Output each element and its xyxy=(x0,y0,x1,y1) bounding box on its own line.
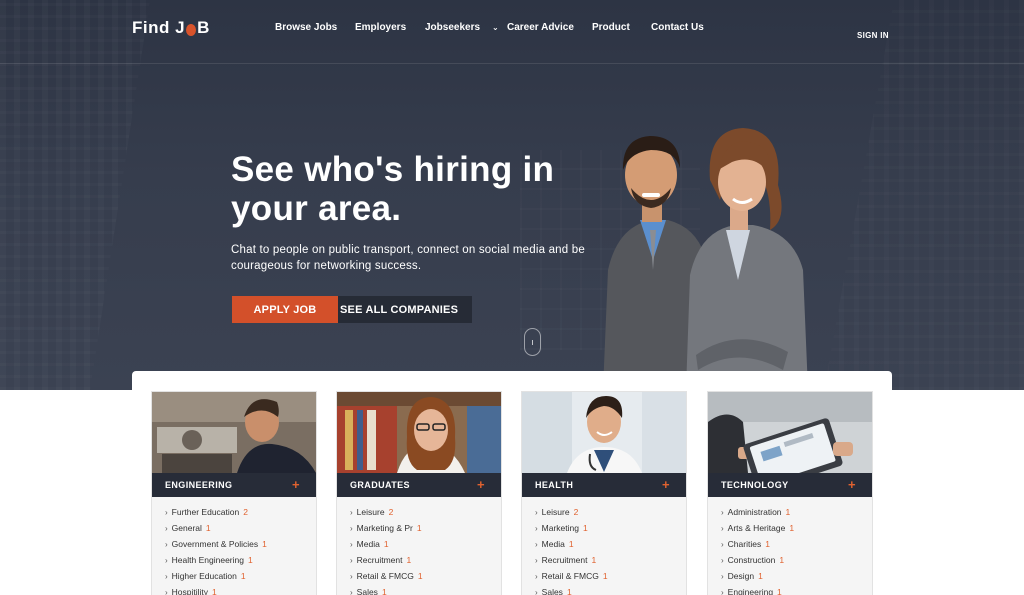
chevron-right-icon: › xyxy=(165,572,168,581)
category-list: › Leisure 2 › Marketing & Pr 1 › Media 1 › Recr… xyxy=(350,506,423,595)
nav-employers[interactable]: Employers xyxy=(355,22,425,33)
list-item[interactable]: › Retail & FMCG 1 xyxy=(535,570,608,586)
chevron-right-icon: › xyxy=(165,588,168,595)
category-list: › Administration 1 › Arts & Heritage 1 › Char… xyxy=(721,506,794,595)
list-item[interactable]: › Hospitility 1 xyxy=(165,586,267,595)
list-item[interactable]: › Charities 1 xyxy=(721,538,794,554)
nav-browse-jobs[interactable]: Browse Jobs xyxy=(275,22,355,33)
list-item[interactable]: › Administration 1 xyxy=(721,506,794,522)
chevron-right-icon: › xyxy=(721,508,724,517)
plus-icon[interactable]: + xyxy=(292,477,300,492)
chevron-right-icon: › xyxy=(350,588,353,595)
list-item[interactable]: › Engineering 1 xyxy=(721,586,794,595)
category-header[interactable]: TECHNOLOGY + xyxy=(708,473,872,497)
list-item[interactable]: › Arts & Heritage 1 xyxy=(721,522,794,538)
list-item[interactable]: › Recruitment 1 xyxy=(350,554,423,570)
location-pin-icon xyxy=(186,24,197,36)
chevron-down-icon: ⌄ xyxy=(492,23,499,32)
list-item[interactable]: › Marketing & Pr 1 xyxy=(350,522,423,538)
chevron-right-icon: › xyxy=(165,556,168,565)
plus-icon[interactable]: + xyxy=(848,477,856,492)
list-item[interactable]: › Leisure 2 xyxy=(350,506,423,522)
list-item[interactable]: › General 1 xyxy=(165,522,267,538)
chevron-right-icon: › xyxy=(721,524,724,533)
logo-text-right: B xyxy=(197,18,210,37)
chevron-right-icon: › xyxy=(350,524,353,533)
chevron-right-icon: › xyxy=(535,572,538,581)
graduates-image xyxy=(337,392,501,473)
chevron-right-icon: › xyxy=(535,588,538,595)
main-nav: Browse Jobs Employers Jobseekers ⌄ Career… xyxy=(275,22,721,33)
chevron-right-icon: › xyxy=(165,524,168,533)
list-item[interactable]: › Retail & FMCG 1 xyxy=(350,570,423,586)
scroll-down-indicator[interactable] xyxy=(524,328,541,356)
list-item[interactable]: › Sales 1 xyxy=(535,586,608,595)
list-item[interactable]: › Sales 1 xyxy=(350,586,423,595)
category-header[interactable]: ENGINEERING + xyxy=(152,473,316,497)
list-item[interactable]: › Government & Policies 1 xyxy=(165,538,267,554)
category-card-health: HEALTH + › Leisure 2 › Marketing 1 › Media 1 ›… xyxy=(521,391,687,595)
see-all-companies-button[interactable]: SEE ALL COMPANIES xyxy=(338,296,472,323)
list-item[interactable]: › Marketing 1 xyxy=(535,522,608,538)
category-card-engineering: ENGINEERING + › Further Education 2 › Gener… xyxy=(151,391,317,595)
logo-text-left: Find J xyxy=(132,18,186,37)
chevron-right-icon: › xyxy=(535,540,538,549)
chevron-right-icon: › xyxy=(165,508,168,517)
chevron-right-icon: › xyxy=(721,588,724,595)
sign-in-link[interactable]: SIGN IN xyxy=(857,31,889,40)
nav-contact-us[interactable]: Contact Us xyxy=(651,22,721,33)
engineering-image xyxy=(152,392,316,473)
health-image xyxy=(522,392,686,473)
plus-icon[interactable]: + xyxy=(662,477,670,492)
category-card-graduates: GRADUATES + › Leisure 2 › Marketing & Pr 1 ›… xyxy=(336,391,502,595)
list-item[interactable]: › Media 1 xyxy=(350,538,423,554)
category-header[interactable]: GRADUATES + xyxy=(337,473,501,497)
list-item[interactable]: › Further Education 2 xyxy=(165,506,267,522)
chevron-right-icon: › xyxy=(535,508,538,517)
chevron-right-icon: › xyxy=(165,540,168,549)
chevron-right-icon: › xyxy=(350,556,353,565)
category-card-technology: TECHNOLOGY + › Administration 1 › Arts & He… xyxy=(707,391,873,595)
chevron-right-icon: › xyxy=(350,540,353,549)
chevron-right-icon: › xyxy=(721,556,724,565)
category-header[interactable]: HEALTH + xyxy=(522,473,686,497)
nav-career-advice[interactable]: Career Advice xyxy=(507,22,592,33)
list-item[interactable]: › Recruitment 1 xyxy=(535,554,608,570)
list-item[interactable]: › Leisure 2 xyxy=(535,506,608,522)
logo[interactable]: Find J B xyxy=(132,18,210,38)
chevron-right-icon: › xyxy=(535,556,538,565)
apply-job-button[interactable]: APPLY JOB xyxy=(232,296,338,323)
technology-image xyxy=(708,392,872,473)
list-item[interactable]: › Media 1 xyxy=(535,538,608,554)
category-list: › Leisure 2 › Marketing 1 › Media 1 › Recruitme… xyxy=(535,506,608,595)
list-item[interactable]: › Higher Education 1 xyxy=(165,570,267,586)
nav-jobseekers[interactable]: Jobseekers ⌄ xyxy=(425,22,507,33)
category-list: › Further Education 2 › General 1 › Governmen… xyxy=(165,506,267,595)
chevron-right-icon: › xyxy=(721,572,724,581)
chevron-right-icon: › xyxy=(350,508,353,517)
nav-product[interactable]: Product xyxy=(592,22,651,33)
hero-section: Find J B Browse Jobs Employers Jobseeker… xyxy=(0,0,1024,390)
top-navbar: Find J B Browse Jobs Employers Jobseeker… xyxy=(0,0,1024,64)
business-people-image xyxy=(603,128,808,390)
hero-headline: See who's hiring in your area. xyxy=(231,150,555,228)
chevron-right-icon: › xyxy=(350,572,353,581)
hero-subtext: Chat to people on public transport, conn… xyxy=(231,244,585,272)
chevron-right-icon: › xyxy=(535,524,538,533)
list-item[interactable]: › Health Engineering 1 xyxy=(165,554,267,570)
chevron-right-icon: › xyxy=(721,540,724,549)
list-item[interactable]: › Construction 1 xyxy=(721,554,794,570)
plus-icon[interactable]: + xyxy=(477,477,485,492)
list-item[interactable]: › Design 1 xyxy=(721,570,794,586)
